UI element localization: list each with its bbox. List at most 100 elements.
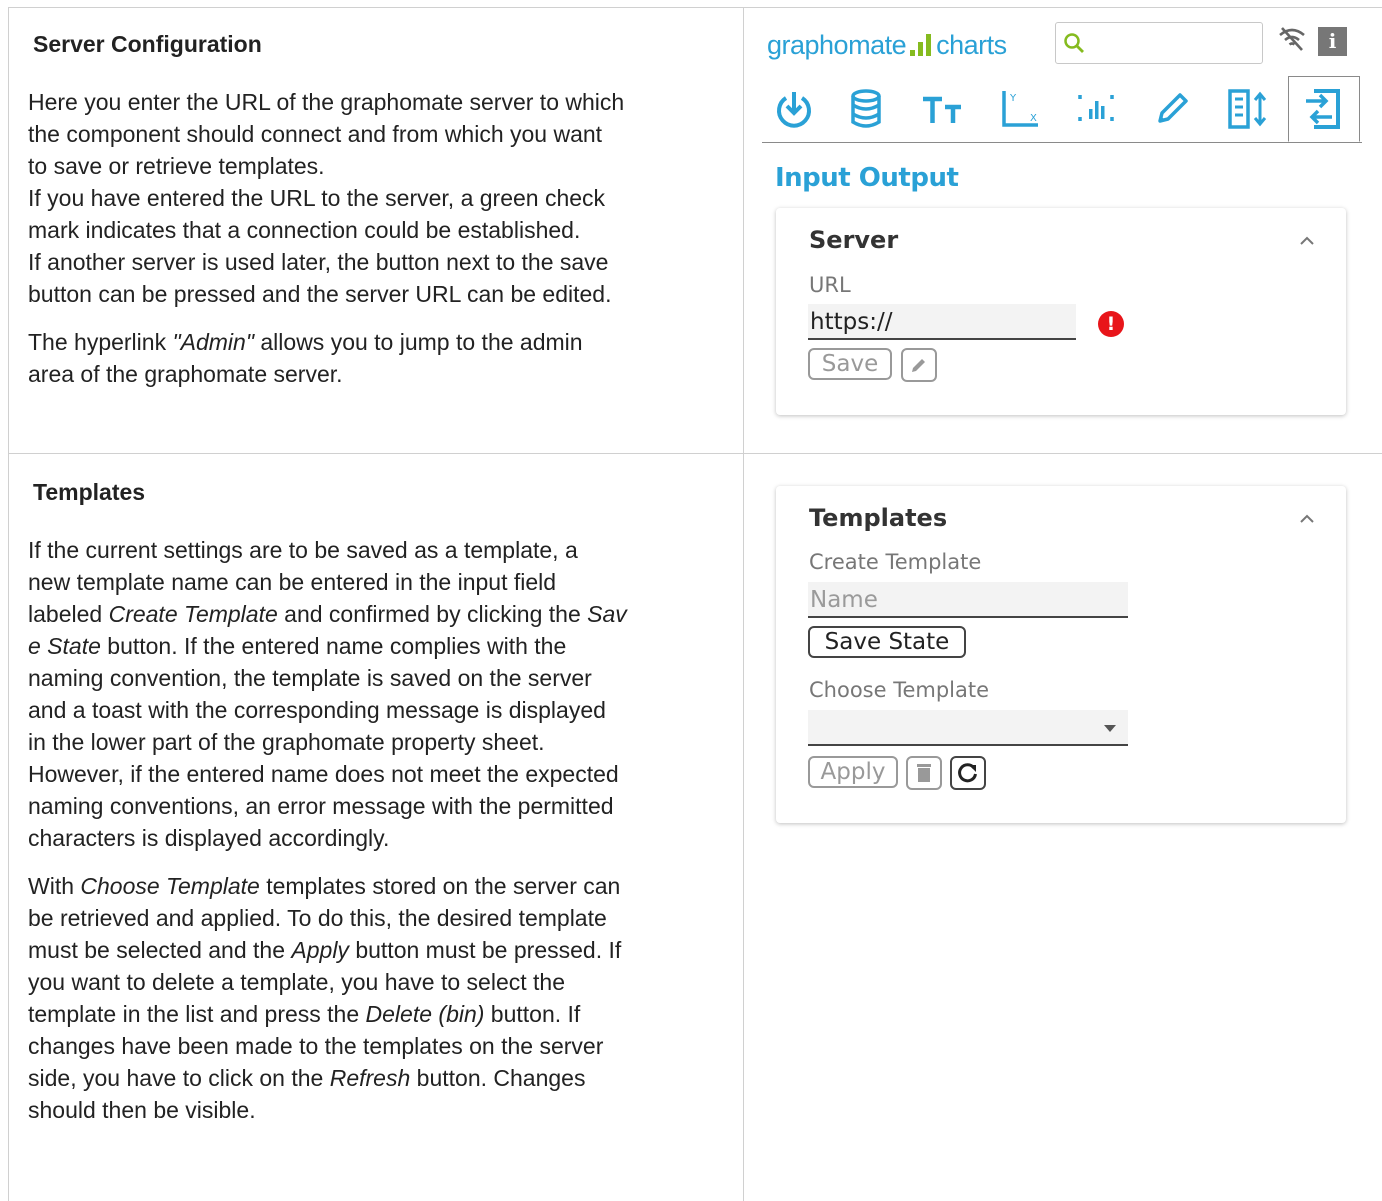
dropdown-caret-icon [1104, 725, 1116, 732]
server-config-description: Server Configuration Here you enter the … [28, 30, 734, 406]
search-input[interactable] [1055, 22, 1263, 64]
text-line: button can be pressed and the server URL… [28, 281, 612, 307]
template-name-input[interactable]: Name [808, 582, 1128, 618]
server-config-heading: Server Configuration [33, 31, 262, 57]
text-line: be retrieved and applied. To do this, th… [28, 905, 607, 931]
database-icon [851, 89, 881, 128]
wifi-off-icon[interactable] [1277, 26, 1307, 52]
server-card: Server URL https:// ! Save [776, 208, 1346, 415]
pencil-icon [912, 359, 925, 372]
property-tab-bar: Y X [762, 76, 1362, 143]
bar-chart-icon [1078, 95, 1114, 121]
svg-text:X: X [1030, 113, 1037, 124]
text-line: characters is displayed accordingly. [28, 825, 390, 851]
tab-data-input[interactable] [766, 76, 822, 142]
text-line: area of the graphomate server. [28, 361, 343, 387]
axis-icon: Y X [1002, 91, 1038, 127]
server-save-button[interactable]: Save [808, 348, 892, 380]
logo-bars-icon [910, 34, 932, 56]
tab-input-output[interactable] [1288, 76, 1360, 142]
choose-template-select[interactable] [808, 710, 1128, 746]
delete-template-button[interactable] [906, 756, 942, 790]
tab-database[interactable] [838, 76, 894, 142]
text-line: to save or retrieve templates. [28, 153, 325, 179]
refresh-icon [958, 763, 977, 783]
logo-text-grapho: grapho [767, 30, 849, 60]
tab-series[interactable] [1068, 76, 1124, 142]
collapse-chevron-icon[interactable] [1298, 508, 1316, 529]
text-line: the component should connect and from wh… [28, 121, 603, 147]
search-icon [1064, 33, 1084, 53]
text-line: If another server is used later, the but… [28, 249, 609, 275]
templates-paragraph-2: With Choose Template templates stored on… [28, 870, 734, 1126]
text-line: However, if the entered name does not me… [28, 761, 619, 787]
text-emphasis: Delete (bin) [365, 1001, 485, 1027]
collapse-chevron-icon[interactable] [1298, 230, 1316, 251]
text-fragment: button. If [484, 1001, 581, 1027]
text-line: If you have entered the URL to the serve… [28, 185, 606, 211]
row-divider [8, 453, 1382, 454]
templates-card: Templates Create Template Name Save Stat… [776, 486, 1346, 823]
logo-text-mate: mate [848, 30, 907, 60]
text-fragment: button must be pressed. If [348, 937, 622, 963]
text-emphasis: Refresh [329, 1065, 411, 1091]
text-line: should then be visible. [28, 1097, 256, 1123]
tab-axis[interactable]: Y X [992, 76, 1048, 142]
text-fragment: The hyperlink [28, 329, 173, 355]
text-line: Here you enter the URL of the graphomate… [28, 89, 625, 115]
text-line: new template name can be entered in the … [28, 569, 557, 595]
text-fragment: With [28, 873, 81, 899]
edit-server-button[interactable] [901, 348, 937, 382]
refresh-templates-button[interactable] [950, 756, 986, 790]
text-fragment: and confirmed by clicking the [277, 601, 588, 627]
trash-icon [917, 764, 931, 782]
server-card-title: Server [809, 226, 899, 254]
text-fragment: allows you to jump to the admin [254, 329, 583, 355]
text-emphasis: Sav [587, 601, 627, 627]
admin-paragraph: The hyperlink "Admin" allows you to jump… [28, 326, 734, 390]
text-fragment: side, you have to click on the [28, 1065, 330, 1091]
text-line: If the current settings are to be saved … [28, 537, 578, 563]
logo-text-charts: charts [936, 30, 1007, 60]
url-input[interactable]: https:// [808, 304, 1076, 340]
apply-button[interactable]: Apply [808, 756, 898, 788]
column-divider [743, 7, 744, 1201]
text-line: and a toast with the corresponding messa… [28, 697, 606, 723]
text-fragment: labeled [28, 601, 109, 627]
section-title: Input Output [775, 163, 959, 193]
templates-card-title: Templates [809, 504, 948, 532]
templates-paragraph-1: If the current settings are to be saved … [28, 534, 734, 854]
tab-sort[interactable] [1220, 76, 1276, 142]
info-icon[interactable]: i [1318, 27, 1347, 56]
text-emphasis: Create Template [108, 601, 278, 627]
tab-typography[interactable] [914, 76, 970, 142]
text-line: naming conventions, an error message wit… [28, 793, 614, 819]
text-fragment: templates stored on the server can [259, 873, 621, 899]
text-fragment: must be selected and the [28, 937, 292, 963]
save-state-button[interactable]: Save State [808, 626, 966, 658]
url-label: URL [809, 273, 851, 297]
text-line: naming convention, the template is saved… [28, 665, 592, 691]
tab-style[interactable] [1144, 76, 1200, 142]
graphomate-logo: graphomate charts [767, 30, 1007, 61]
text-size-icon [923, 96, 961, 123]
text-line: you want to delete a template, you have … [28, 969, 566, 995]
text-fragment: button. If the entered name complies wit… [100, 633, 567, 659]
text-fragment: template in the list and press the [28, 1001, 366, 1027]
text-line: in the lower part of the graphomate prop… [28, 729, 545, 755]
text-emphasis: Apply [291, 937, 349, 963]
server-config-paragraph: Here you enter the URL of the graphomate… [28, 86, 734, 310]
pencil-icon [1158, 93, 1188, 123]
admin-link-reference: "Admin" [172, 329, 254, 355]
input-output-icon [1306, 89, 1340, 129]
text-emphasis: Choose Template [80, 873, 260, 899]
sort-list-icon [1228, 89, 1267, 129]
text-fragment: button. Changes [410, 1065, 586, 1091]
svg-text:Y: Y [1009, 93, 1017, 104]
create-template-label: Create Template [809, 550, 982, 574]
text-emphasis: e State [28, 633, 101, 659]
download-circle-icon [777, 92, 811, 128]
text-line: changes have been made to the templates … [28, 1033, 604, 1059]
templates-heading: Templates [33, 479, 146, 505]
error-status-icon: ! [1098, 311, 1124, 337]
